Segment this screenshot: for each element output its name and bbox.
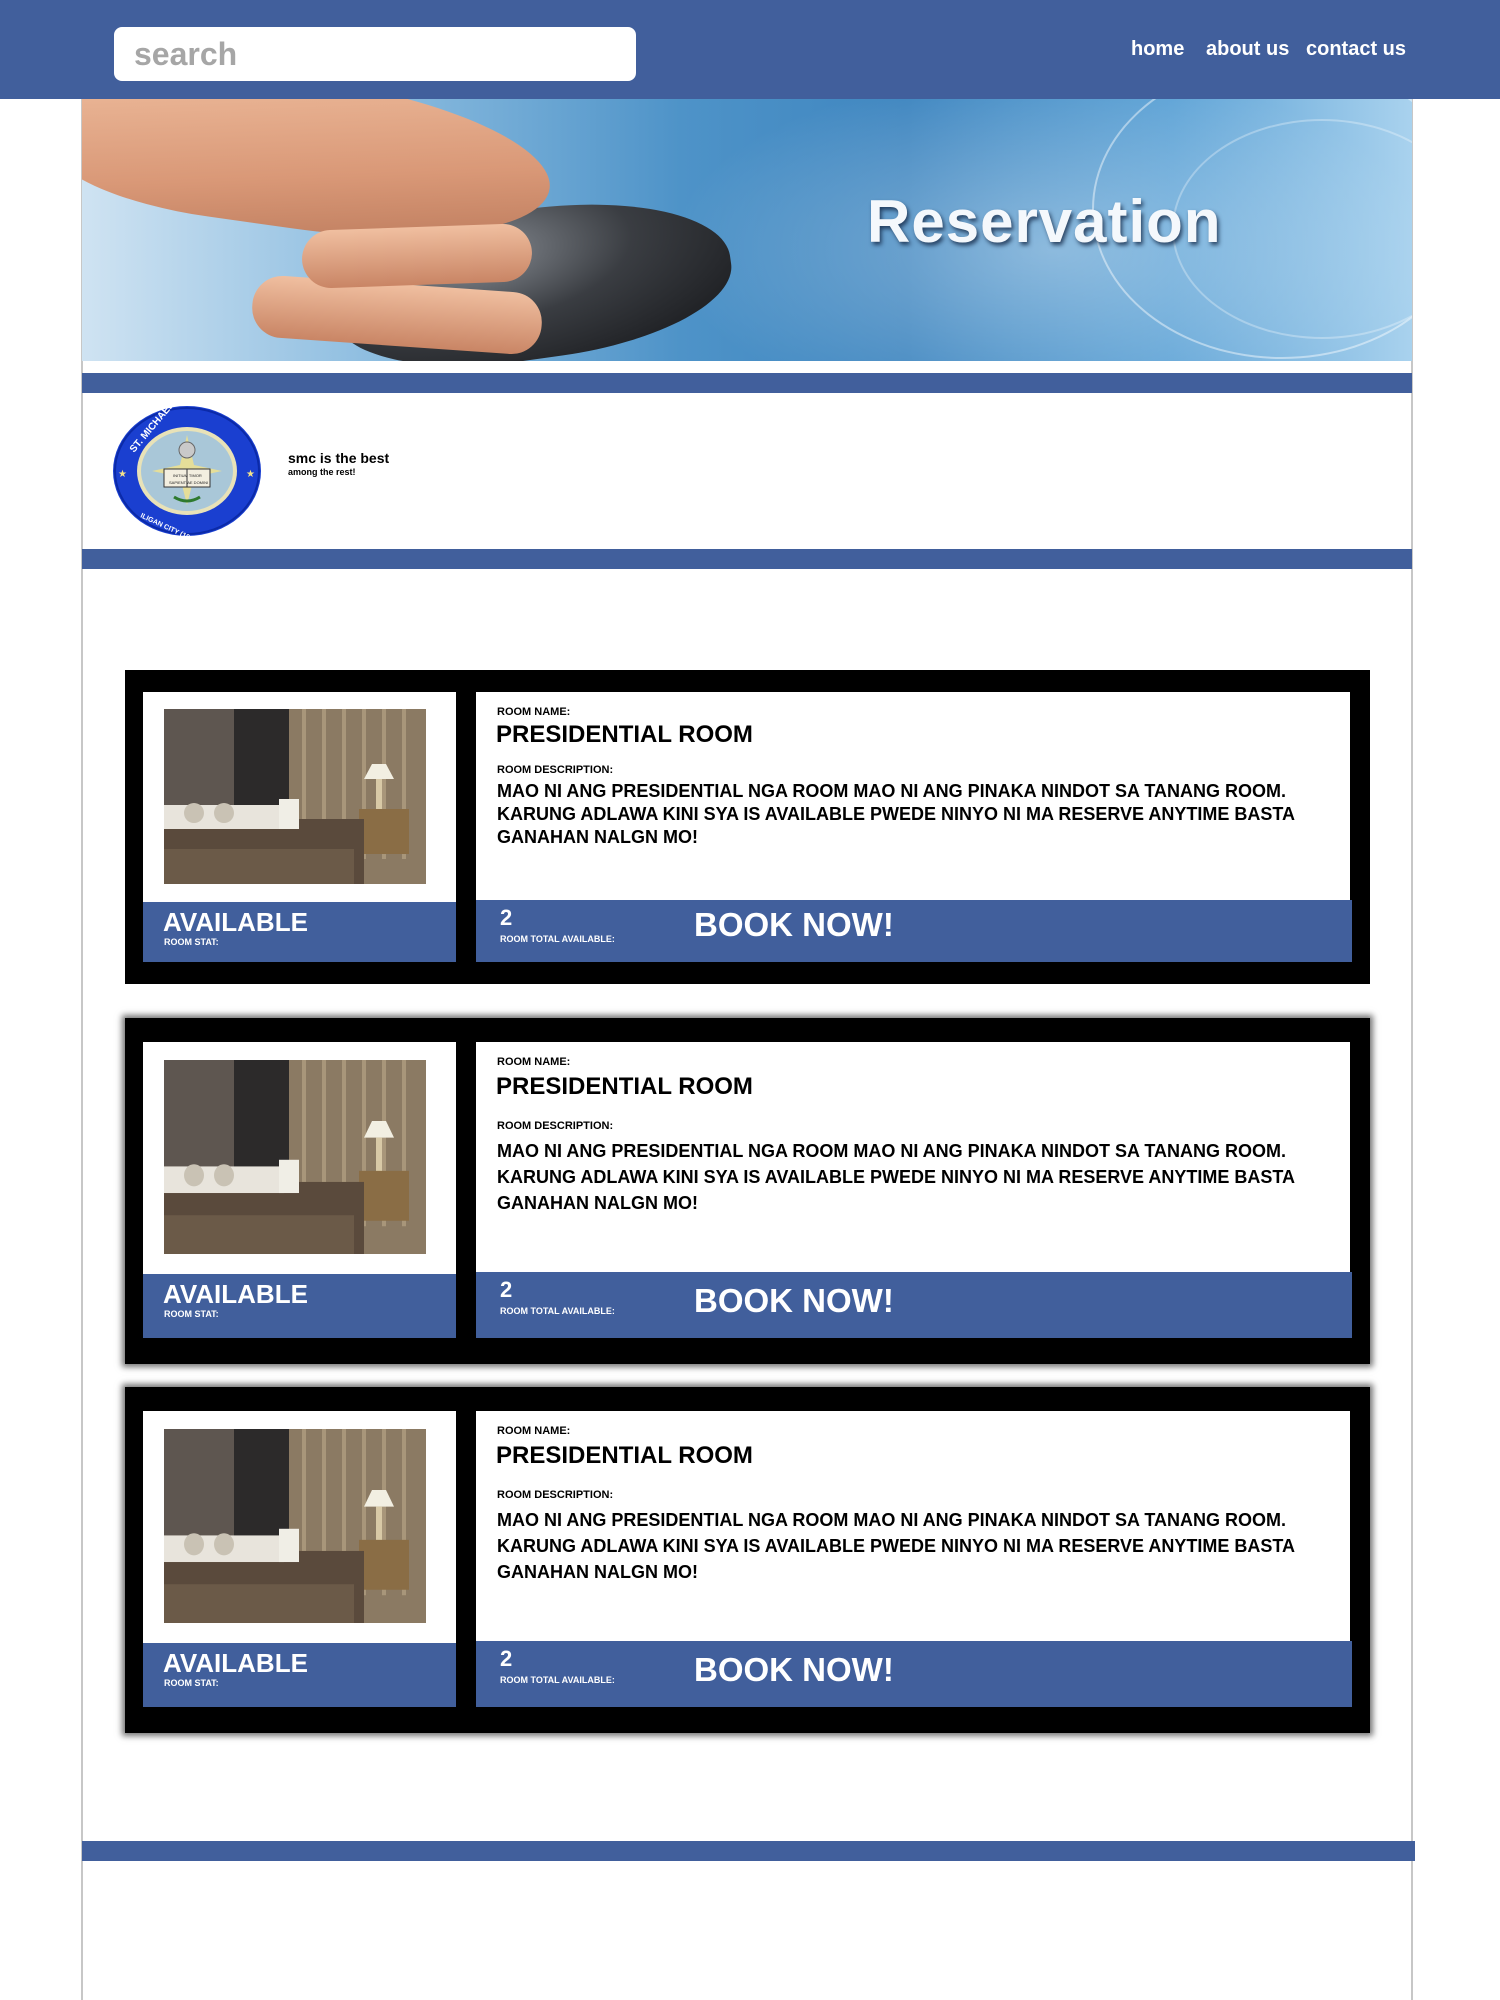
- room-total-label: ROOM TOTAL AVAILABLE:: [500, 1306, 615, 1316]
- room-description-label: ROOM DESCRIPTION:: [497, 1120, 614, 1132]
- svg-text:★: ★: [118, 469, 127, 480]
- nav-home-link[interactable]: home: [1131, 38, 1184, 61]
- divider-stripe: [82, 549, 1412, 569]
- nav-contact-link[interactable]: contact us: [1306, 38, 1406, 61]
- room-status-label: ROOM STAT:: [164, 937, 219, 947]
- booking-bar: 2 ROOM TOTAL AVAILABLE: BOOK NOW!: [476, 1272, 1352, 1338]
- top-navigation-bar: home about us contact us: [0, 0, 1500, 99]
- book-now-button[interactable]: BOOK NOW!: [694, 906, 894, 944]
- room-description: MAO NI ANG PRESIDENTIAL NGA ROOM MAO NI …: [497, 1510, 1295, 1582]
- room-description-label: ROOM DESCRIPTION:: [497, 1489, 614, 1501]
- room-name-label: ROOM NAME:: [497, 1056, 571, 1068]
- tagline: smc is the best: [288, 450, 390, 466]
- room-status-bar: AVAILABLE ROOM STAT:: [143, 1274, 456, 1338]
- search-box[interactable]: [114, 27, 636, 81]
- room-total-label: ROOM TOTAL AVAILABLE:: [500, 934, 615, 944]
- room-name-label: ROOM NAME:: [497, 706, 571, 718]
- room-photo: [164, 1429, 426, 1623]
- room-name-label: ROOM NAME:: [497, 1425, 571, 1437]
- booking-bar: 2 ROOM TOTAL AVAILABLE: BOOK NOW!: [476, 900, 1352, 962]
- room-card: AVAILABLE ROOM STAT: ROOM NAME: PRESIDEN…: [125, 670, 1370, 984]
- room-card: AVAILABLE ROOM STAT: ROOM NAME: PRESIDEN…: [125, 1387, 1370, 1733]
- footer-stripe: [82, 1841, 1415, 1861]
- room-status-label: ROOM STAT:: [164, 1678, 219, 1688]
- logo-motto-2: SAPIENTIAE DOMINI: [169, 480, 208, 485]
- room-info-panel: ROOM NAME: PRESIDENTIAL ROOM ROOM DESCRI…: [476, 1411, 1350, 1642]
- svg-text:★: ★: [246, 469, 255, 480]
- room-status-bar: AVAILABLE ROOM STAT:: [143, 902, 456, 962]
- logo-motto-1: INITIUM TIMOR: [173, 473, 202, 478]
- room-description: MAO NI ANG PRESIDENTIAL NGA ROOM MAO NI …: [497, 1141, 1295, 1213]
- room-name: PRESIDENTIAL ROOM: [496, 721, 753, 748]
- room-info-panel: ROOM NAME: PRESIDENTIAL ROOM ROOM DESCRI…: [476, 692, 1350, 900]
- room-status-value: AVAILABLE: [163, 1648, 308, 1678]
- room-total-value: 2: [500, 1646, 513, 1671]
- reservation-banner: Reservation: [82, 99, 1412, 361]
- search-input[interactable]: [134, 35, 636, 73]
- banner-title: Reservation: [867, 188, 1222, 255]
- room-status-value: AVAILABLE: [163, 907, 308, 937]
- room-image-panel: [143, 1042, 456, 1274]
- room-status-bar: AVAILABLE ROOM STAT:: [143, 1643, 456, 1707]
- room-name: PRESIDENTIAL ROOM: [496, 1073, 753, 1100]
- room-total-value: 2: [500, 1277, 513, 1302]
- college-logo: ST. MICHAEL'S COLLEGE ILIGAN CITY (1914)…: [113, 405, 261, 537]
- book-now-button[interactable]: BOOK NOW!: [694, 1651, 894, 1689]
- room-description-label: ROOM DESCRIPTION:: [497, 764, 614, 776]
- book-now-button[interactable]: BOOK NOW!: [694, 1282, 894, 1320]
- room-status-value: AVAILABLE: [163, 1279, 308, 1309]
- room-total-label: ROOM TOTAL AVAILABLE:: [500, 1675, 615, 1685]
- divider-stripe: [82, 373, 1412, 393]
- room-image-panel: [143, 692, 456, 902]
- room-description: MAO NI ANG PRESIDENTIAL NGA ROOM MAO NI …: [497, 781, 1295, 847]
- booking-bar: 2 ROOM TOTAL AVAILABLE: BOOK NOW!: [476, 1641, 1352, 1707]
- room-image-panel: [143, 1411, 456, 1643]
- room-card: AVAILABLE ROOM STAT: ROOM NAME: PRESIDEN…: [125, 1018, 1370, 1364]
- room-photo: [164, 709, 426, 884]
- room-status-label: ROOM STAT:: [164, 1309, 219, 1319]
- room-name: PRESIDENTIAL ROOM: [496, 1442, 753, 1469]
- nav-about-link[interactable]: about us: [1206, 38, 1289, 61]
- room-total-value: 2: [500, 905, 513, 930]
- room-info-panel: ROOM NAME: PRESIDENTIAL ROOM ROOM DESCRI…: [476, 1042, 1350, 1273]
- room-photo: [164, 1060, 426, 1254]
- sub-tagline: among the rest!: [288, 467, 356, 477]
